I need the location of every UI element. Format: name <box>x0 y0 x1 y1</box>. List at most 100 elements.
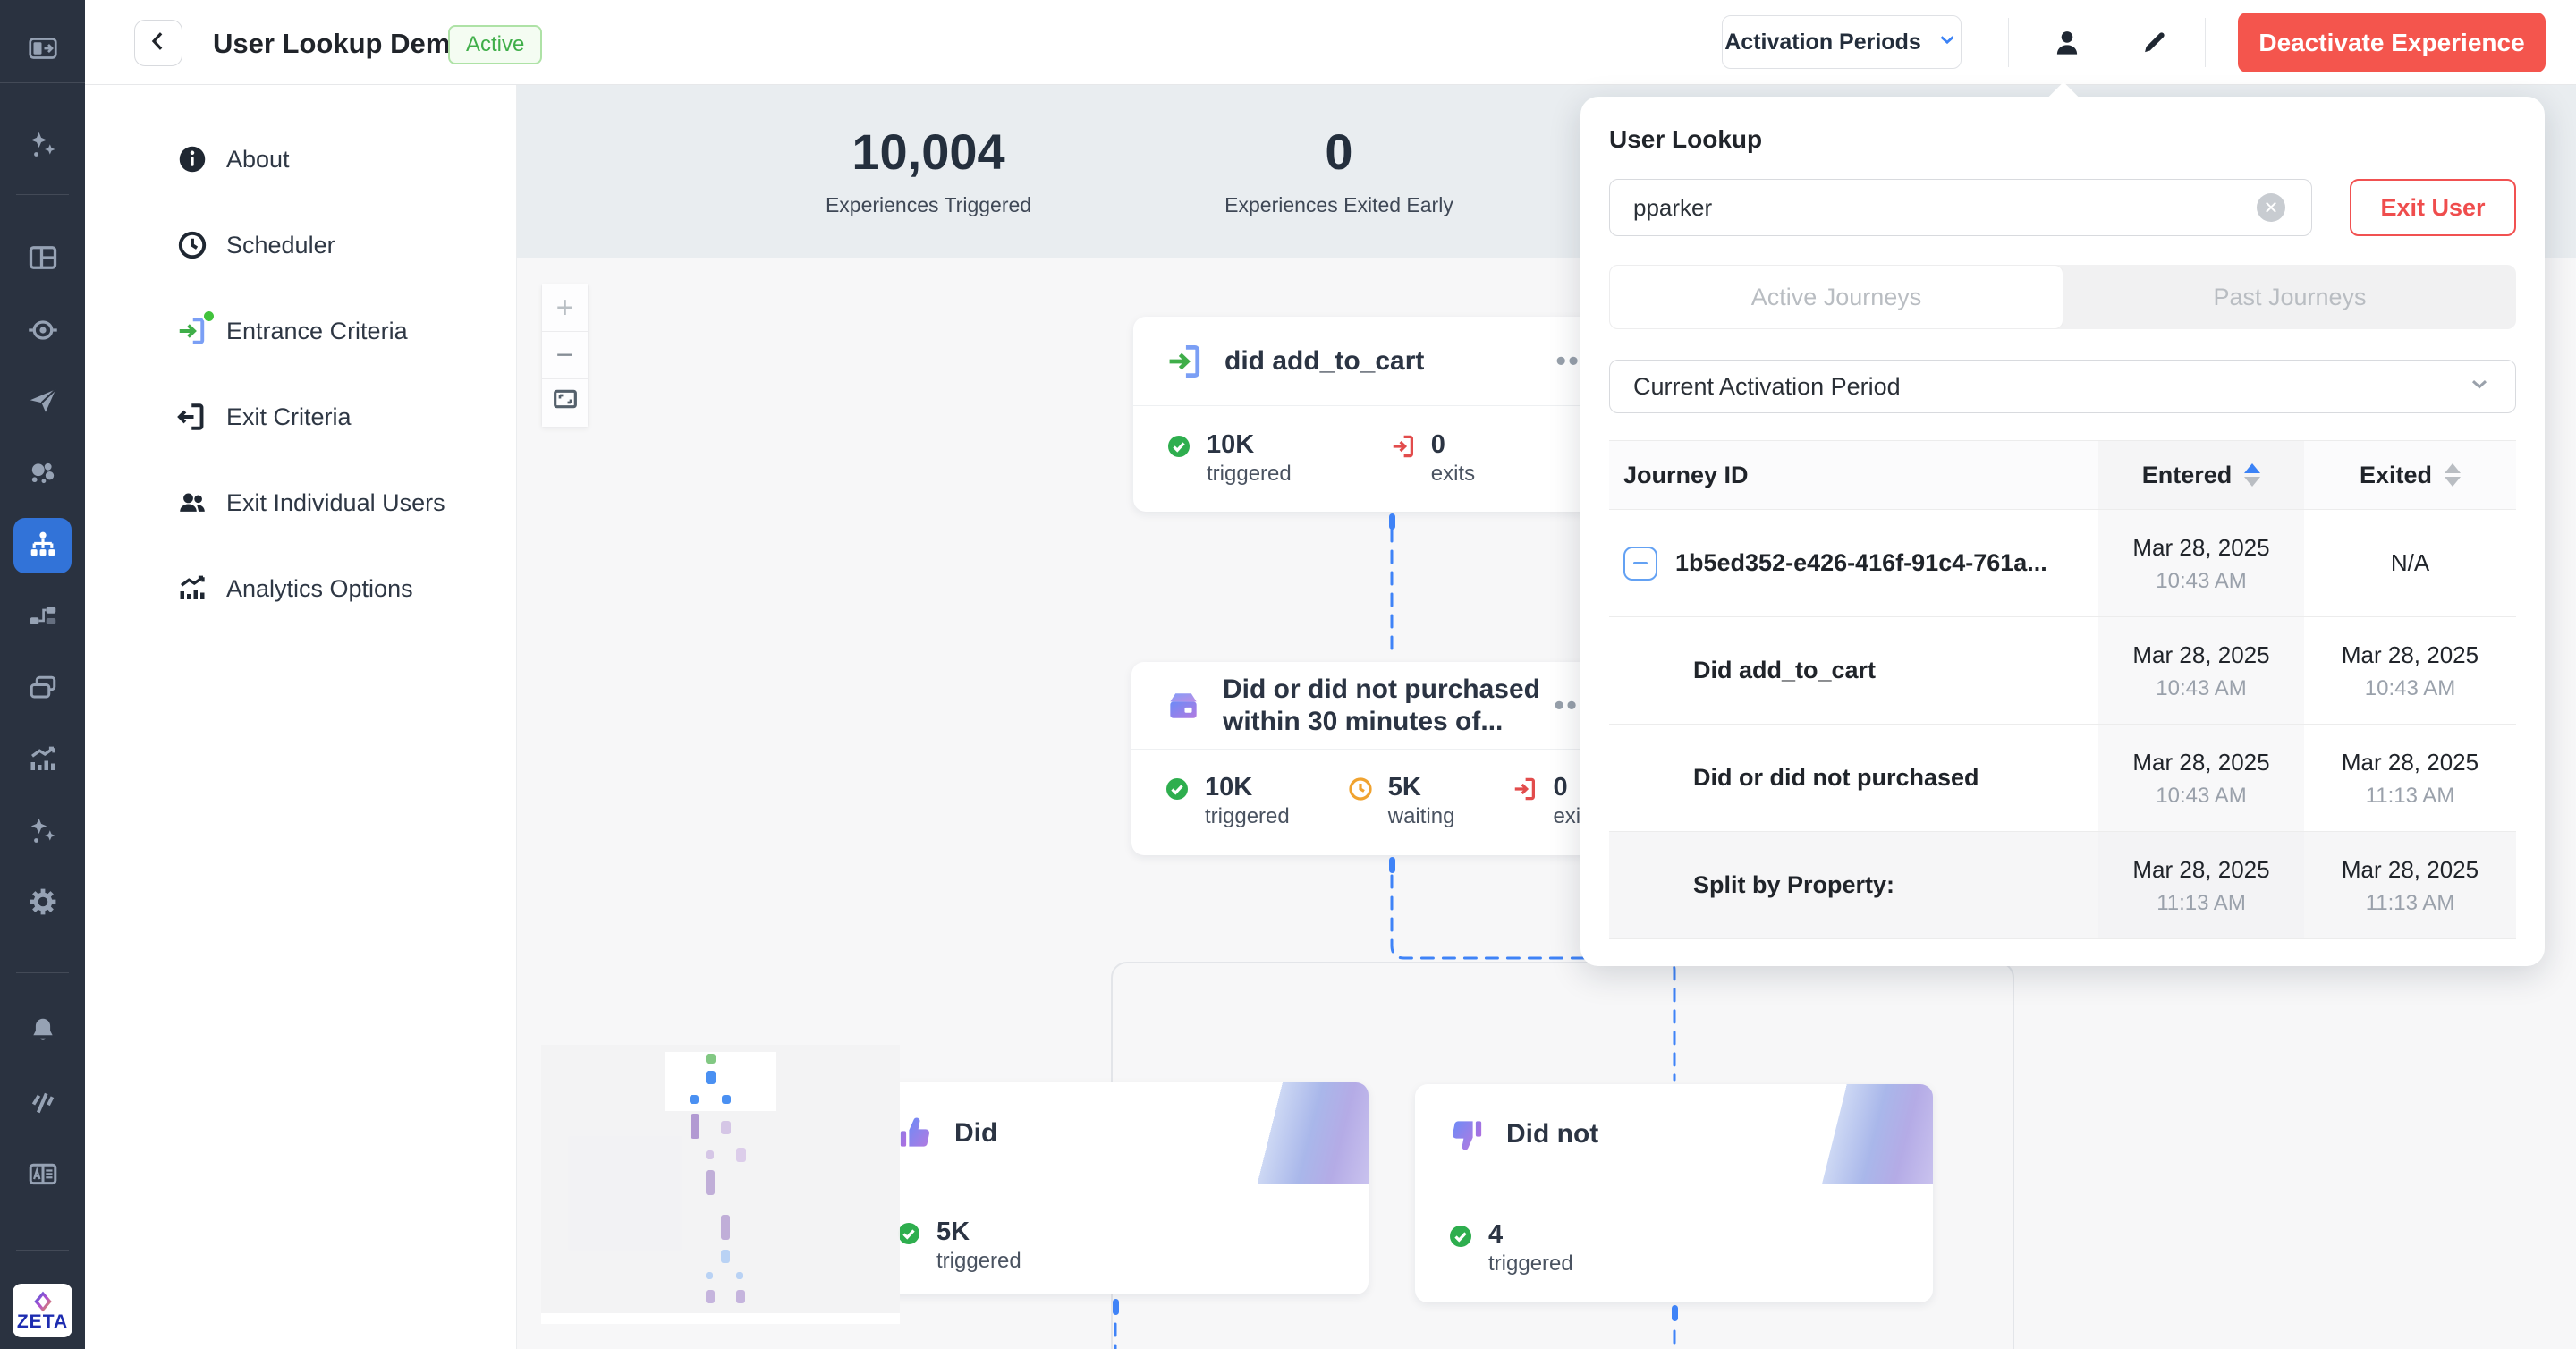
status-badge: Active <box>448 25 542 64</box>
column-journey-id: Journey ID <box>1609 441 2098 509</box>
sidebar-item-cards[interactable] <box>0 660 85 717</box>
entered-time: 10:43 AM <box>2156 569 2246 594</box>
deactivate-experience-button[interactable]: Deactivate Experience <box>2238 13 2546 72</box>
exit-user-button[interactable]: Exit User <box>2350 179 2516 236</box>
user-lookup-icon[interactable] <box>2042 20 2092 66</box>
table-row-step[interactable]: Did add_to_cartMar 28, 202510:43 AMMar 2… <box>1609 617 2516 725</box>
header-divider <box>2205 18 2206 67</box>
nav-item-label: Exit Individual Users <box>226 489 445 517</box>
sidebar-item-sparkles[interactable] <box>0 802 85 860</box>
node-stats: 10Ktriggered0exits <box>1133 406 1616 512</box>
connector-handle[interactable] <box>1672 1305 1678 1321</box>
node-stat-exits: 0exits <box>1390 431 1475 487</box>
node-stat-triggered: 5Ktriggered <box>895 1218 1021 1274</box>
connector-handle[interactable] <box>1389 513 1395 530</box>
activation-periods-dropdown[interactable]: Activation Periods <box>1722 15 1962 69</box>
table-header-row: Journey ID Entered Exited <box>1609 440 2516 510</box>
table-row-step[interactable]: Split by Property:Mar 28, 202511:13 AMMa… <box>1609 832 2516 939</box>
gear-icon <box>27 886 59 918</box>
node-header: Did or did not purchased within 30 minut… <box>1131 662 1614 750</box>
sidebar-divider <box>16 194 69 195</box>
minimap[interactable] <box>541 1045 900 1324</box>
entered-time: 11:13 AM <box>2157 891 2246 916</box>
table-row-step[interactable]: Did or did not purchasedMar 28, 202510:4… <box>1609 725 2516 832</box>
collapse-row-icon[interactable] <box>1623 547 1657 581</box>
entered-cell: Mar 28, 202510:43 AM <box>2098 510 2304 616</box>
edit-pencil-icon[interactable] <box>2129 20 2179 66</box>
nav-item-exit-individual-users[interactable]: Exit Individual Users <box>85 471 517 534</box>
sidebar-item-journey-active[interactable] <box>13 518 72 573</box>
fit-view-button[interactable] <box>542 379 588 427</box>
back-button[interactable] <box>134 20 182 66</box>
stat-label: waiting <box>1388 804 1455 829</box>
column-entered[interactable]: Entered <box>2098 441 2304 509</box>
sidebar-item-gear[interactable] <box>0 873 85 930</box>
node-stats: 5Ktriggered <box>863 1184 1368 1294</box>
node-entrance-did-add-to-cart[interactable]: did add_to_cart•••10Ktriggered0exits <box>1133 317 1616 512</box>
zeta-wordmark: ZETA <box>17 1313 68 1331</box>
activation-period-select[interactable]: Current Activation Period <box>1609 360 2516 413</box>
sidebar-item-paper-plane[interactable] <box>0 372 85 429</box>
user-search-input[interactable] <box>1609 179 2312 236</box>
tab-past-journeys[interactable]: Past Journeys <box>2063 265 2516 329</box>
sidebar-item-split-flow[interactable] <box>0 588 85 645</box>
top-header: User Lookup Demo Active Activation Perio… <box>85 0 2576 85</box>
journeys-tabs: Active JourneysPast Journeys <box>1609 265 2516 329</box>
tab-active-journeys[interactable]: Active Journeys <box>1609 265 2063 329</box>
nav-item-label: Analytics Options <box>226 575 413 603</box>
nav-item-exit-criteria[interactable]: Exit Criteria <box>85 386 517 448</box>
exited-date: Mar 28, 2025 <box>2342 641 2479 669</box>
entered-date: Mar 28, 2025 <box>2132 855 2269 884</box>
branch-ribbon-decoration <box>1790 1084 1933 1184</box>
sidebar-item-target[interactable] <box>0 301 85 359</box>
minimap-node-block <box>706 1071 716 1084</box>
sort-icon-exited[interactable] <box>2445 463 2461 487</box>
nav-item-analytics-options[interactable]: Analytics Options <box>85 557 517 620</box>
node-branch-did[interactable]: Did5Ktriggered <box>863 1082 1368 1294</box>
sidebar-item-layout[interactable] <box>0 229 85 286</box>
minimap-node-block <box>691 1114 699 1139</box>
node-stat-waiting: 5Kwaiting <box>1347 774 1455 829</box>
stat-value: 10,004 <box>705 123 1152 181</box>
nav-item-label: Entrance Criteria <box>226 318 408 345</box>
sparkles-icon <box>27 815 59 847</box>
clear-search-icon[interactable]: ✕ <box>2257 193 2285 222</box>
target-icon <box>27 314 59 346</box>
node-header: did add_to_cart••• <box>1133 317 1616 406</box>
sidebar-item-analytics[interactable] <box>0 731 85 788</box>
connector-handle[interactable] <box>1113 1299 1119 1315</box>
column-exited[interactable]: Exited <box>2304 441 2516 509</box>
exited-cell: Mar 28, 202511:13 AM <box>2304 725 2516 831</box>
connector-handle[interactable] <box>1389 857 1395 873</box>
node-branch-did-not[interactable]: Did not4triggered <box>1415 1084 1933 1302</box>
zoom-out-button[interactable]: − <box>542 332 588 379</box>
sidebar-item-panel-collapse[interactable] <box>0 20 85 77</box>
node-condition-purchase-window[interactable]: Did or did not purchased within 30 minut… <box>1131 662 1614 855</box>
nav-item-about[interactable]: About <box>85 128 517 191</box>
node-title: did add_to_cart <box>1224 345 1424 378</box>
sidebar-item-book[interactable] <box>0 1146 85 1203</box>
sparkles-icon <box>27 129 59 161</box>
sidebar-item-speed[interactable] <box>0 1074 85 1132</box>
nav-item-entrance-criteria[interactable]: Entrance Criteria <box>85 300 517 362</box>
minimap-viewport[interactable] <box>665 1052 776 1111</box>
sort-icon-entered[interactable] <box>2244 463 2260 487</box>
nav-item-scheduler[interactable]: Scheduler <box>85 214 517 276</box>
stat-experiences-exited-early: 0Experiences Exited Early <box>1115 123 1563 217</box>
header-divider <box>2008 18 2009 67</box>
sidebar-item-bell[interactable] <box>0 1002 85 1059</box>
table-row-journey[interactable]: 1b5ed352-e426-416f-91c4-761a... Mar 28, 2… <box>1609 510 2516 617</box>
journey-id: 1b5ed352-e426-416f-91c4-761a... <box>1675 549 2047 577</box>
exited-date: Mar 28, 2025 <box>2342 855 2479 884</box>
zeta-logo[interactable]: ZETA <box>13 1284 72 1337</box>
entered-date: Mar 28, 2025 <box>2132 641 2269 669</box>
minimap-strip <box>541 1313 900 1324</box>
sidebar-item-sparkles[interactable] <box>0 116 85 174</box>
stat-value: 10K <box>1205 774 1290 801</box>
minimap-node-block <box>706 1272 713 1279</box>
thumb-down-icon <box>1447 1115 1487 1154</box>
stat-label: triggered <box>936 1249 1021 1274</box>
zoom-in-button[interactable]: + <box>542 284 588 332</box>
thumb-up-icon <box>895 1114 935 1153</box>
sidebar-item-audience[interactable] <box>0 445 85 502</box>
